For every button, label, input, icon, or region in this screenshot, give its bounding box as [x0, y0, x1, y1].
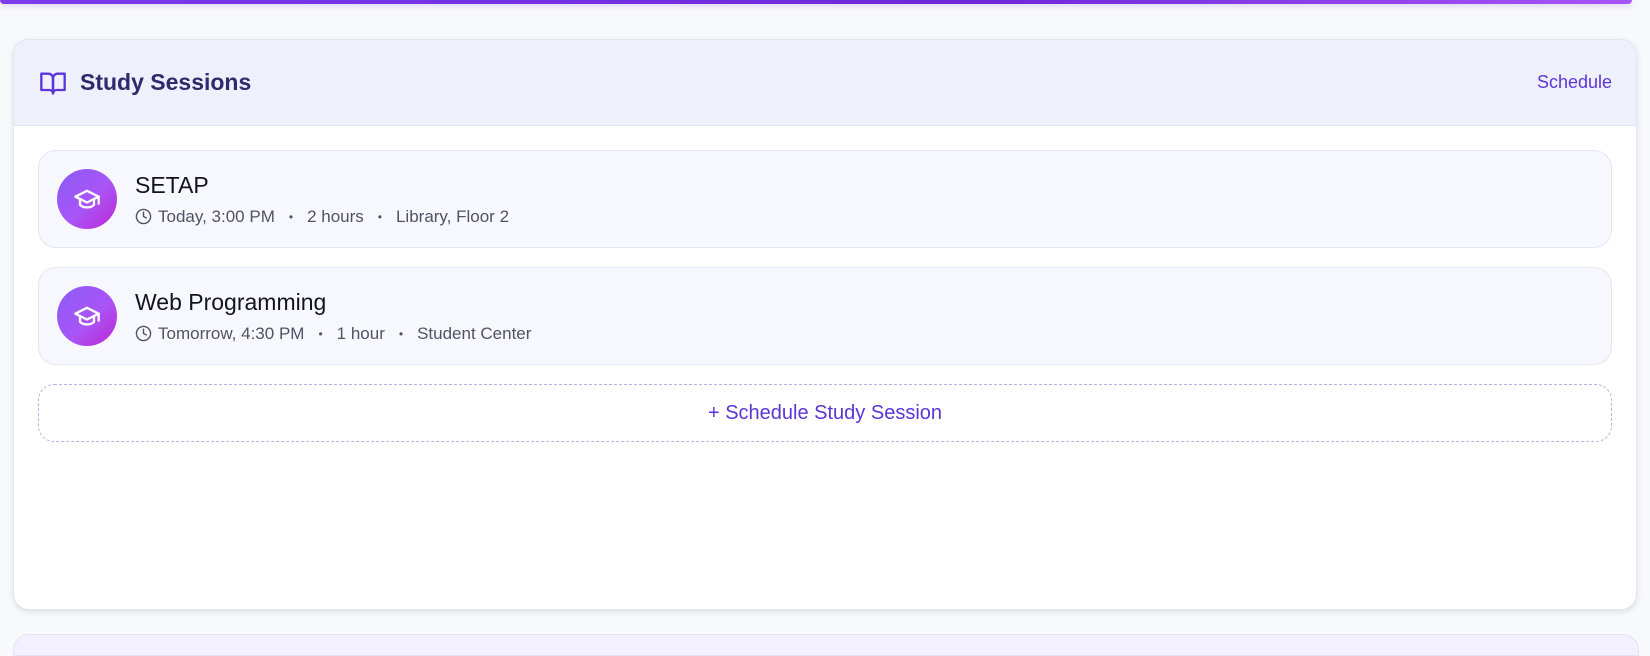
session-item[interactable]: Web Programming Tomorrow, 4:30 PM • 1 ho… — [38, 267, 1612, 365]
header-title-group: Study Sessions — [38, 69, 251, 97]
schedule-study-session-button[interactable]: + Schedule Study Session — [38, 384, 1612, 442]
session-item[interactable]: SETAP Today, 3:00 PM • 2 hours • Library… — [38, 150, 1612, 248]
separator-dot: • — [318, 326, 323, 341]
session-title: Web Programming — [135, 288, 327, 315]
session-duration: 1 hour — [336, 323, 385, 343]
clock-icon — [135, 325, 152, 342]
next-card-edge — [13, 634, 1639, 656]
card-body: SETAP Today, 3:00 PM • 2 hours • Library… — [14, 126, 1636, 442]
session-location: Student Center — [417, 323, 532, 343]
graduation-cap-icon — [74, 306, 100, 326]
book-open-icon — [38, 69, 68, 97]
card-header: Study Sessions Schedule — [14, 40, 1636, 126]
session-time: Tomorrow, 4:30 PM — [158, 323, 305, 343]
schedule-link[interactable]: Schedule — [1537, 72, 1612, 93]
session-avatar — [57, 169, 117, 229]
session-title: SETAP — [135, 171, 209, 198]
session-duration: 2 hours — [307, 206, 364, 226]
card-title: Study Sessions — [80, 69, 252, 95]
session-location: Library, Floor 2 — [395, 206, 510, 226]
previous-card-accent-bar — [0, 0, 1632, 4]
clock-icon — [135, 208, 152, 225]
separator-dot: • — [398, 326, 404, 341]
session-time: Today, 3:00 PM — [158, 206, 275, 226]
study-sessions-card: Study Sessions Schedule SETAP Today, 3:0… — [13, 39, 1637, 610]
session-info: Web Programming Tomorrow, 4:30 PM • 1 ho… — [135, 289, 531, 344]
separator-dot: • — [288, 209, 294, 224]
session-avatar — [57, 286, 117, 346]
separator-dot: • — [377, 209, 382, 224]
session-meta: Today, 3:00 PM • 2 hours • Library, Floo… — [135, 207, 509, 227]
session-meta: Tomorrow, 4:30 PM • 1 hour • Student Cen… — [135, 324, 531, 344]
graduation-cap-icon — [74, 189, 100, 209]
session-info: SETAP Today, 3:00 PM • 2 hours • Library… — [135, 172, 509, 227]
